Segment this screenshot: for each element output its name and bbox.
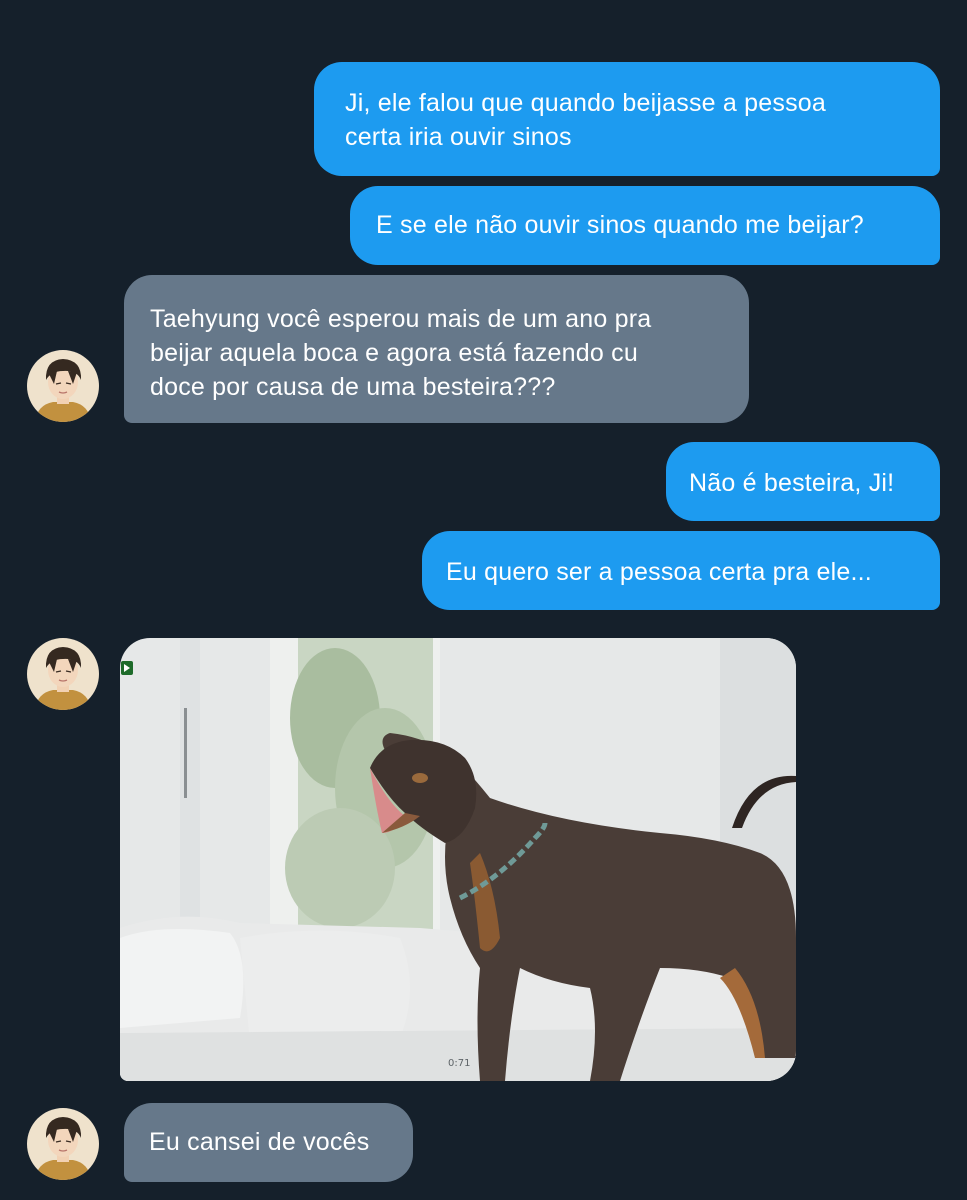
message-bubble-outgoing[interactable]: Não é besteira, Ji! xyxy=(666,442,940,521)
contact-avatar[interactable] xyxy=(27,350,99,422)
message-bubble-outgoing[interactable]: E se ele não ouvir sinos quando me beija… xyxy=(350,186,940,265)
avatar-image xyxy=(27,350,99,422)
message-text: Eu quero ser a pessoa certa pra ele... xyxy=(446,558,872,586)
message-bubble-outgoing[interactable]: Eu quero ser a pessoa certa pra ele... xyxy=(422,531,940,610)
message-bubble-incoming[interactable]: Taehyung você esperou mais de um ano pra… xyxy=(124,275,749,423)
playback-indicator-icon xyxy=(121,661,133,675)
message-text: E se ele não ouvir sinos quando me beija… xyxy=(376,211,864,239)
message-text: Não é besteira, Ji! xyxy=(689,469,895,497)
chat-thread: Ji, ele falou que quando beijasse a pess… xyxy=(0,0,967,1200)
contact-avatar[interactable] xyxy=(27,1108,99,1180)
message-text-line: Ji, ele falou que quando beijasse a pess… xyxy=(345,89,826,117)
message-text-line: beijar aquela boca e agora está fazendo … xyxy=(150,339,638,367)
contact-avatar[interactable] xyxy=(27,638,99,710)
dog-gif-image xyxy=(120,638,796,1081)
message-text-line: doce por causa de uma besteira??? xyxy=(150,373,556,401)
message-text-line: Taehyung você esperou mais de um ano pra xyxy=(150,305,652,333)
message-text: Eu cansei de vocês xyxy=(149,1128,370,1156)
message-text-line: certa iria ouvir sinos xyxy=(345,123,572,151)
avatar-image xyxy=(27,1108,99,1180)
gif-timestamp: 0:71 xyxy=(448,1058,471,1069)
gif-media-message[interactable] xyxy=(120,638,796,1081)
avatar-image xyxy=(27,638,99,710)
message-bubble-outgoing[interactable]: Ji, ele falou que quando beijasse a pess… xyxy=(314,62,940,176)
message-bubble-incoming[interactable]: Eu cansei de vocês xyxy=(124,1103,413,1182)
